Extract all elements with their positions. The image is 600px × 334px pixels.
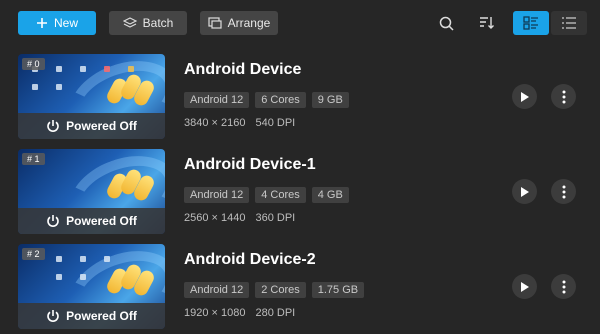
dpi-text: 280 DPI	[255, 307, 296, 319]
batch-button-label: Batch	[142, 16, 174, 30]
new-button-label: New	[53, 16, 78, 30]
start-device-button[interactable]	[512, 179, 537, 204]
cores-tag: 2 Cores	[255, 282, 306, 298]
resolution-text: 1920 × 1080	[184, 307, 246, 319]
device-tags: Android 12 4 Cores 4 GB	[184, 187, 349, 203]
android-version-tag: Android 12	[184, 92, 250, 108]
device-tags: Android 12 2 Cores 1.75 GB	[184, 282, 365, 298]
device-thumbnail[interactable]: # 1 Powered Off	[18, 149, 165, 234]
power-icon	[47, 310, 59, 322]
windows-icon	[208, 17, 222, 29]
layers-icon	[122, 17, 137, 28]
play-icon	[520, 91, 529, 102]
plus-icon	[36, 18, 47, 28]
start-device-button[interactable]	[512, 274, 537, 299]
device-row: # 0 Powered Off Android Device Android 1…	[0, 54, 600, 142]
device-index-badge: # 1	[22, 153, 45, 165]
device-row: # 1 Powered Off Android Device-1 Android…	[0, 149, 600, 237]
start-device-button[interactable]	[512, 84, 537, 109]
compact-view-button[interactable]	[551, 11, 587, 35]
play-icon	[520, 281, 529, 292]
power-status-overlay: Powered Off	[18, 303, 165, 329]
device-specs: 1920 × 1080 280 DPI	[184, 307, 295, 319]
arrange-button[interactable]: Arrange	[200, 11, 278, 35]
cores-tag: 6 Cores	[255, 92, 306, 108]
device-thumbnail[interactable]: # 2 Powered Off	[18, 244, 165, 329]
sort-icon	[480, 17, 494, 29]
search-button[interactable]	[433, 11, 459, 35]
resolution-text: 3840 × 2160	[184, 117, 246, 129]
new-button[interactable]: New	[18, 11, 96, 35]
more-vertical-icon	[562, 280, 565, 293]
android-version-tag: Android 12	[184, 187, 250, 203]
device-specs: 2560 × 1440 360 DPI	[184, 212, 295, 224]
device-row: # 2 Powered Off Android Device-2 Android…	[0, 244, 600, 332]
dpi-text: 360 DPI	[255, 212, 296, 224]
more-vertical-icon	[562, 90, 565, 103]
search-icon	[439, 16, 454, 31]
toolbar: New Batch Arrange	[0, 0, 600, 46]
more-vertical-icon	[562, 185, 565, 198]
power-status-label: Powered Off	[66, 309, 137, 323]
device-name: Android Device-1	[184, 156, 316, 173]
memory-tag: 9 GB	[311, 92, 349, 108]
memory-tag: 1.75 GB	[311, 282, 365, 298]
device-tags: Android 12 6 Cores 9 GB	[184, 92, 349, 108]
device-more-button[interactable]	[551, 179, 576, 204]
device-index-badge: # 2	[22, 248, 45, 260]
compact-list-icon	[562, 17, 576, 29]
power-icon	[47, 215, 59, 227]
detail-list-icon	[523, 16, 538, 30]
device-name: Android Device	[184, 61, 302, 78]
power-icon	[47, 120, 59, 132]
power-status-label: Powered Off	[66, 214, 137, 228]
android-version-tag: Android 12	[184, 282, 250, 298]
power-status-label: Powered Off	[66, 119, 137, 133]
dpi-text: 540 DPI	[255, 117, 296, 129]
power-status-overlay: Powered Off	[18, 113, 165, 139]
device-thumbnail[interactable]: # 0 Powered Off	[18, 54, 165, 139]
device-more-button[interactable]	[551, 84, 576, 109]
device-more-button[interactable]	[551, 274, 576, 299]
memory-tag: 4 GB	[311, 187, 349, 203]
cores-tag: 4 Cores	[255, 187, 306, 203]
sort-button[interactable]	[474, 11, 500, 35]
play-icon	[520, 186, 529, 197]
device-index-badge: # 0	[22, 58, 45, 70]
batch-button[interactable]: Batch	[109, 11, 187, 35]
resolution-text: 2560 × 1440	[184, 212, 246, 224]
device-specs: 3840 × 2160 540 DPI	[184, 117, 295, 129]
detail-view-button[interactable]	[513, 11, 549, 35]
device-name: Android Device-2	[184, 251, 316, 268]
arrange-button-label: Arrange	[227, 16, 271, 30]
power-status-overlay: Powered Off	[18, 208, 165, 234]
